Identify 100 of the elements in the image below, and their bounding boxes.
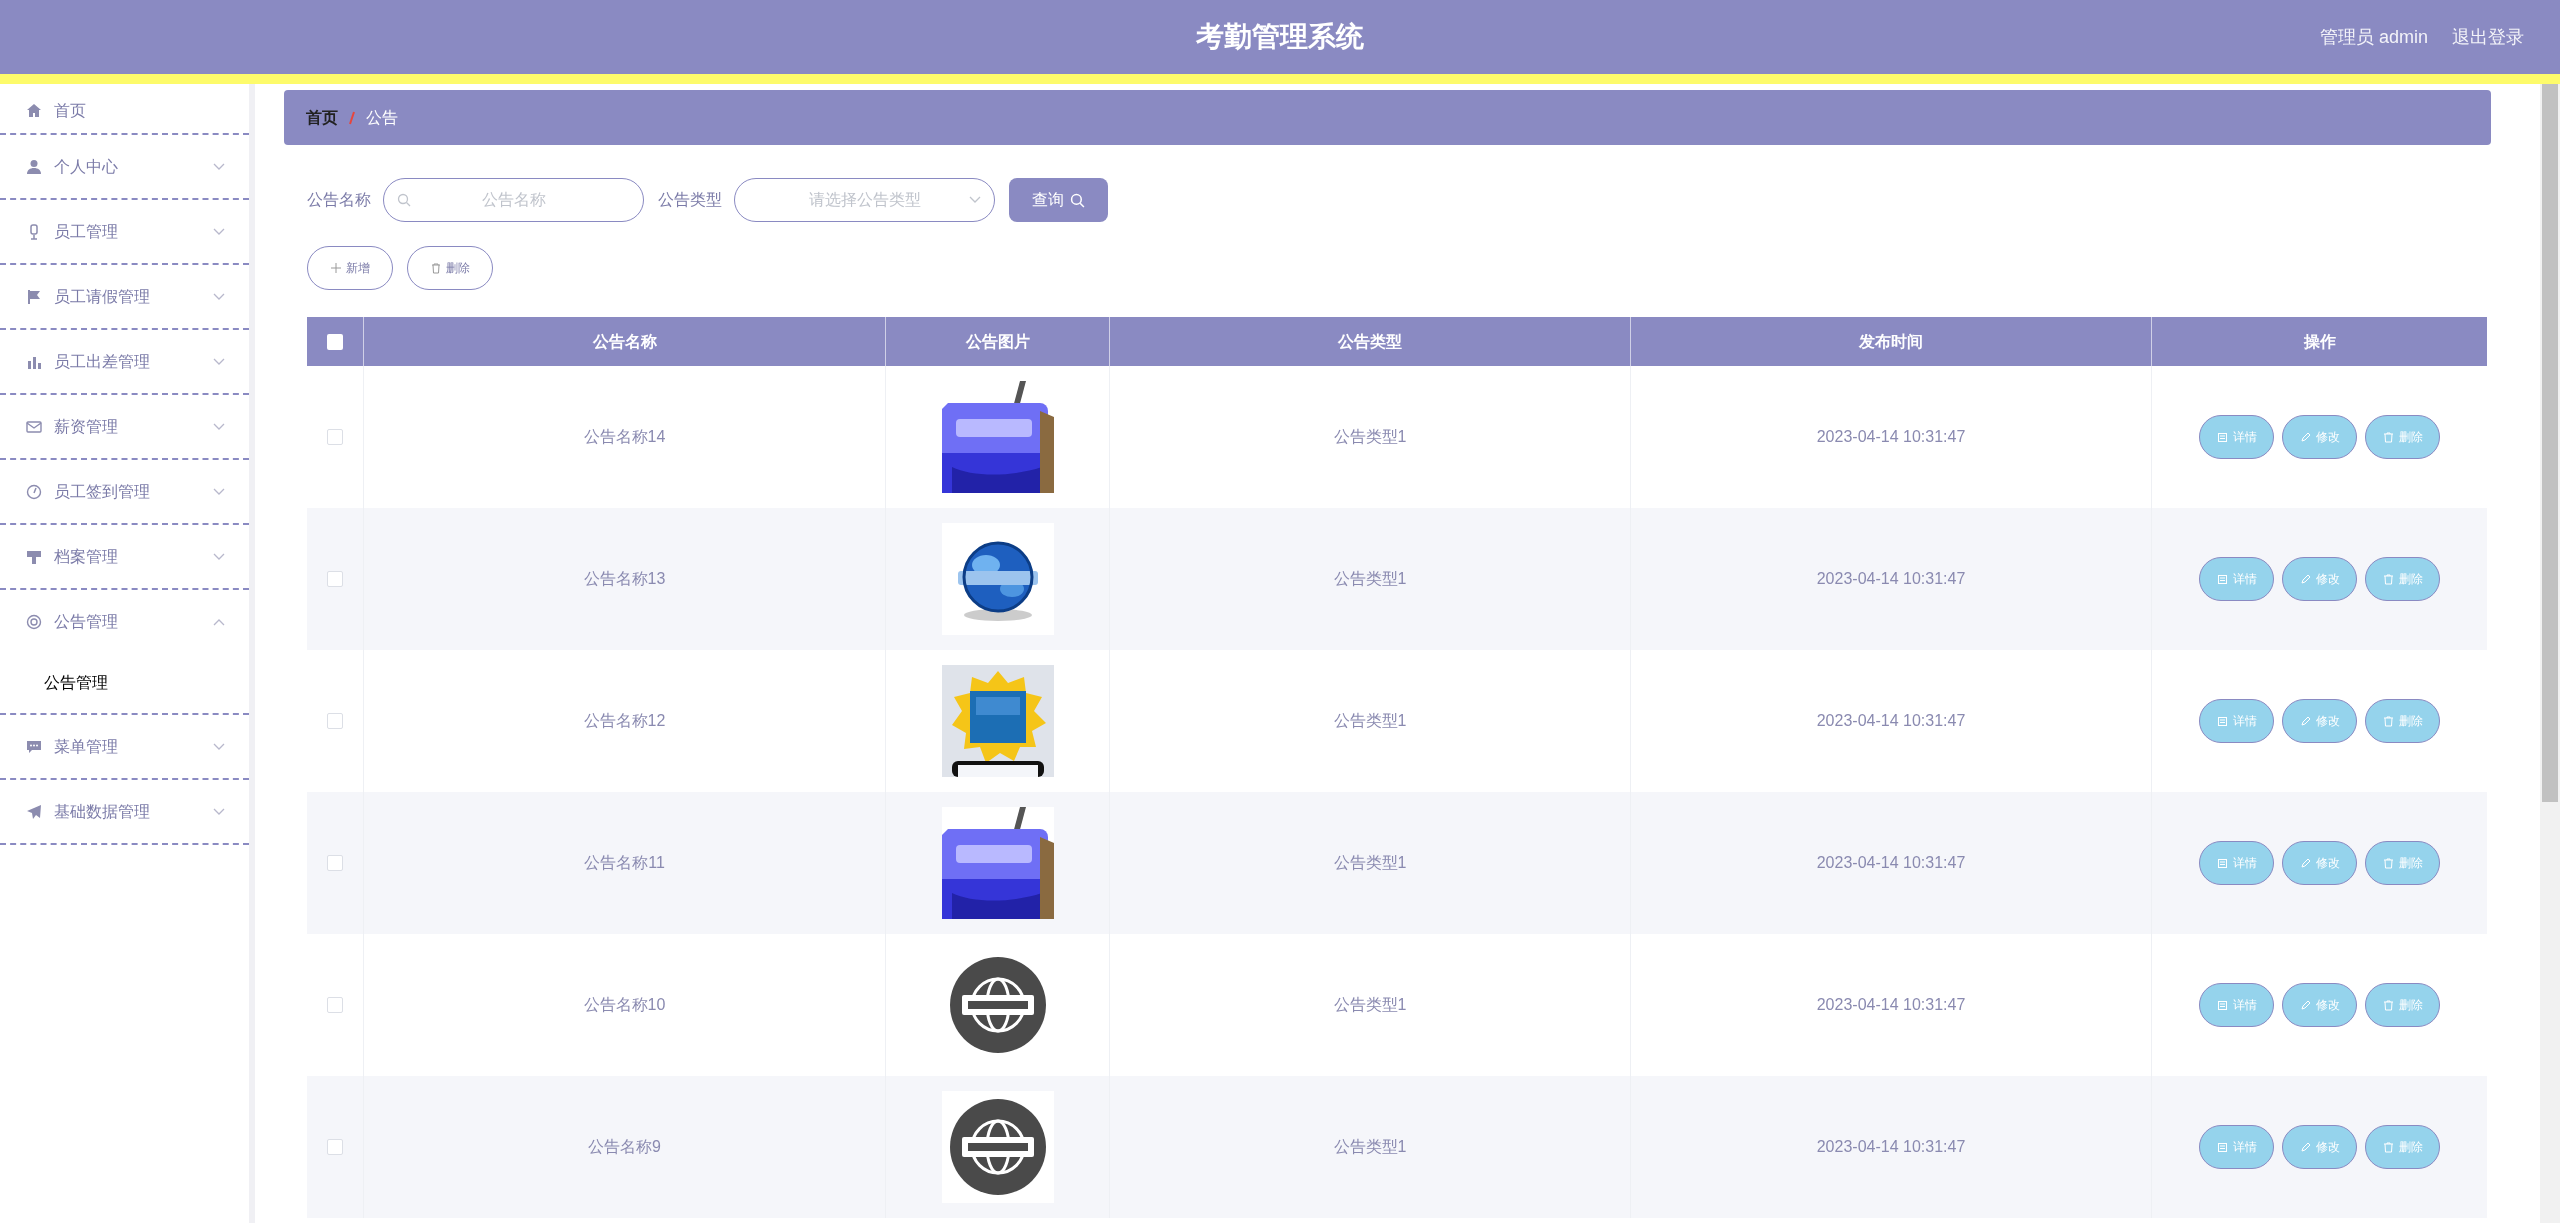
sidebar-item[interactable]: 员工请假管理	[0, 265, 249, 328]
delete-button[interactable]: 删除	[2365, 1125, 2440, 1169]
edit-button[interactable]: 修改	[2282, 1125, 2357, 1169]
sidebar-item[interactable]: 个人中心	[0, 135, 249, 198]
table-cell-text: 公告类型1	[1333, 427, 1407, 447]
delete-button[interactable]: 删除	[2365, 557, 2440, 601]
sidebar-item[interactable]: 员工签到管理	[0, 460, 249, 523]
table-cell-text: 公告类型1	[1333, 711, 1407, 731]
send-icon	[26, 803, 42, 820]
checkbox[interactable]	[327, 997, 343, 1013]
separator-icon	[348, 110, 356, 125]
delete-button[interactable]: 删除	[407, 246, 493, 290]
table-cell-text: 公告名称12	[583, 711, 666, 731]
pencil-icon	[2299, 999, 2311, 1011]
sidebar-item[interactable]: 菜单管理	[0, 715, 249, 778]
pencil-icon	[2299, 573, 2311, 585]
sidebar-item[interactable]: 薪资管理	[0, 395, 249, 458]
delete-button[interactable]: 删除	[2365, 841, 2440, 885]
select-field[interactable]: 请选择公告类型	[734, 178, 995, 222]
search-icon	[397, 193, 411, 207]
query-button[interactable]: 查询	[1009, 178, 1108, 222]
pencil-icon	[2299, 431, 2311, 443]
edit-button[interactable]: 修改	[2282, 841, 2357, 885]
table-cell-text: 2023-04-14 10:31:47	[1816, 427, 1966, 447]
details-button[interactable]: 详情	[2199, 983, 2274, 1027]
chevron-down-icon	[969, 196, 981, 204]
table-cell-text: 公告类型1	[1333, 995, 1407, 1015]
pencil-icon	[2299, 1141, 2311, 1153]
user-label: 管理员 admin	[2319, 25, 2428, 49]
scrollbar-thumb[interactable]	[2542, 84, 2558, 802]
field-label: 公告类型	[658, 190, 722, 210]
sidebar-item[interactable]: 首页	[0, 89, 249, 133]
stamp-icon	[26, 548, 42, 565]
trash-icon	[2382, 431, 2394, 443]
table-cell-text: 2023-04-14 10:31:47	[1816, 1137, 1966, 1157]
logout-link[interactable]: 退出登录	[2452, 23, 2524, 51]
table-cell-text: 公告名称9	[588, 1137, 661, 1157]
document-icon	[2216, 573, 2228, 585]
chat-icon	[26, 738, 42, 755]
sidebar-item[interactable]: 员工出差管理	[0, 330, 249, 393]
trash-icon	[2382, 573, 2394, 585]
breadcrumb-link[interactable]: 首页	[306, 105, 338, 130]
add-button[interactable]: 新增	[307, 246, 393, 290]
field-label: 公告名称	[307, 190, 371, 210]
pencil-icon	[2299, 857, 2311, 869]
column-header[interactable]: 公告类型	[1338, 329, 1402, 354]
table-cell-text: 公告类型1	[1333, 1137, 1407, 1157]
table-cell-text: 2023-04-14 10:31:47	[1816, 853, 1966, 873]
sidebar-item[interactable]: 基础数据管理	[0, 780, 249, 843]
home-icon	[26, 103, 42, 119]
sidebar-item[interactable]: 员工管理	[0, 200, 249, 263]
details-button[interactable]: 详情	[2199, 415, 2274, 459]
details-button[interactable]: 详情	[2199, 557, 2274, 601]
edit-button[interactable]: 修改	[2282, 983, 2357, 1027]
edit-button[interactable]: 修改	[2282, 699, 2357, 743]
column-header[interactable]: 操作	[2303, 329, 2336, 354]
table-cell-text: 公告类型1	[1333, 569, 1407, 589]
document-icon	[2216, 715, 2228, 727]
column-header[interactable]: 发布时间	[1859, 329, 1923, 354]
pencil-icon	[2299, 715, 2311, 727]
sidebar-item[interactable]: 公告管理	[0, 590, 249, 653]
gauge-icon	[26, 483, 42, 500]
breadcrumb-current: 公告	[366, 107, 398, 128]
checkbox[interactable]	[327, 429, 343, 445]
mail-icon	[26, 418, 42, 435]
table-cell-text: 公告名称13	[583, 569, 666, 589]
delete-button[interactable]: 删除	[2365, 983, 2440, 1027]
document-icon	[2216, 431, 2228, 443]
trash-icon	[2382, 857, 2394, 869]
details-button[interactable]: 详情	[2199, 699, 2274, 743]
sidebar-item[interactable]: 档案管理	[0, 525, 249, 588]
search-icon	[1070, 192, 1085, 208]
table-cell-text: 2023-04-14 10:31:47	[1816, 569, 1966, 589]
submenu-item[interactable]: 公告管理	[0, 653, 249, 713]
app-title: 考勤管理系统	[1196, 20, 1364, 54]
checkbox[interactable]	[327, 333, 343, 350]
checkbox[interactable]	[327, 713, 343, 729]
table-cell-text: 公告类型1	[1333, 853, 1407, 873]
delete-button[interactable]: 删除	[2365, 699, 2440, 743]
table-cell-text: 公告名称11	[584, 853, 665, 873]
edit-button[interactable]: 修改	[2282, 415, 2357, 459]
user-icon	[26, 158, 42, 175]
checkbox[interactable]	[327, 1139, 343, 1155]
edit-button[interactable]: 修改	[2282, 557, 2357, 601]
delete-button[interactable]: 删除	[2365, 415, 2440, 459]
plus-icon	[330, 263, 341, 273]
table-cell-text: 公告名称10	[583, 995, 666, 1015]
column-header[interactable]: 公告图片	[965, 329, 1030, 354]
column-header[interactable]: 公告名称	[592, 329, 657, 354]
checkbox[interactable]	[327, 855, 343, 871]
table-cell-text: 2023-04-14 10:31:47	[1816, 995, 1966, 1015]
details-button[interactable]: 详情	[2199, 1125, 2274, 1169]
checkbox[interactable]	[327, 571, 343, 587]
trash-icon	[2382, 999, 2394, 1011]
document-icon	[2216, 857, 2228, 869]
trash-icon	[430, 262, 441, 274]
trash-icon	[2382, 715, 2394, 727]
details-button[interactable]: 详情	[2199, 841, 2274, 885]
flag-icon	[26, 288, 42, 305]
search-field[interactable]: 公告名称	[383, 178, 644, 222]
